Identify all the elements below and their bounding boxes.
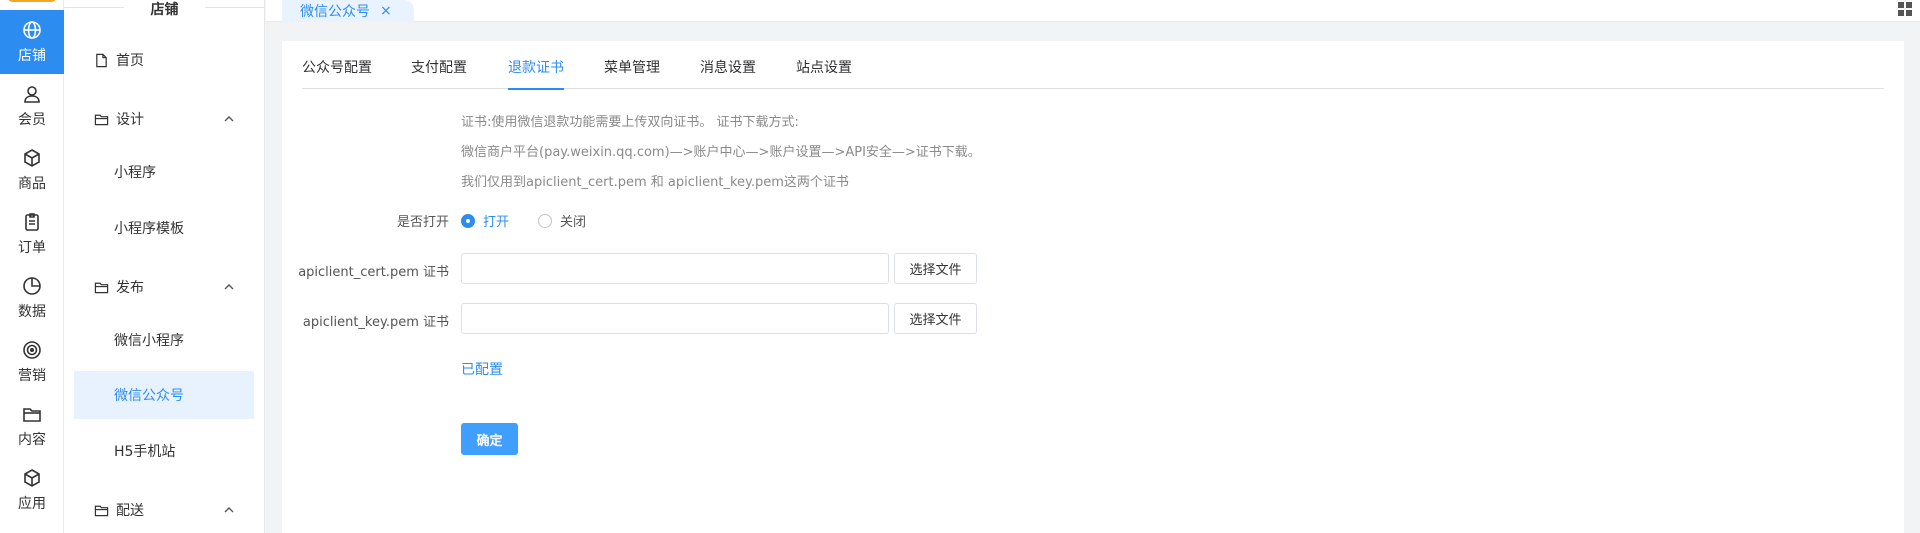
- rail-item-member[interactable]: 会员: [0, 74, 64, 138]
- key-file-input[interactable]: [461, 303, 889, 334]
- close-icon[interactable]: ×: [380, 3, 392, 19]
- tab-message-settings[interactable]: 消息设置: [700, 57, 756, 89]
- page-tab-bar: 微信公众号 ×: [266, 0, 1920, 22]
- sub-menu-title: 店铺: [64, 0, 265, 18]
- tab-payment-config[interactable]: 支付配置: [411, 57, 467, 89]
- certificate-tip-line-3: 我们仅用到apiclient_cert.pem 和 apiclient_key.…: [461, 175, 849, 190]
- rail-item-label: 会员: [18, 112, 46, 128]
- content-card: 公众号配置 支付配置 退款证书 菜单管理 消息设置 站点设置 证书:使用微信退款…: [282, 41, 1904, 533]
- chevron-up-icon: [224, 284, 234, 290]
- target-icon: [21, 339, 43, 361]
- folder-icon: [94, 502, 110, 518]
- rail-top-badge: [7, 0, 57, 2]
- radio-enable-open[interactable]: 打开: [461, 211, 509, 230]
- package-icon: [21, 467, 43, 489]
- sub-menu-item-wechat-miniprogram[interactable]: 微信小程序: [74, 316, 254, 364]
- content-tabs: 公众号配置 支付配置 退款证书 菜单管理 消息设置 站点设置: [302, 57, 1884, 90]
- sub-menu-item-label: 小程序模板: [114, 221, 184, 237]
- sub-menu-group-design[interactable]: 设计: [74, 95, 254, 143]
- radio-label: 关闭: [560, 215, 587, 230]
- sub-menu-item-label: 微信公众号: [114, 388, 184, 404]
- confirm-button[interactable]: 确定: [461, 423, 518, 455]
- rail-item-marketing[interactable]: 营销: [0, 330, 64, 394]
- file-icon: [94, 52, 110, 68]
- main-nav-rail: 店铺 会员 商品 订单 数据 营销 内容 应用: [0, 0, 64, 533]
- cert-file-input[interactable]: [461, 253, 889, 284]
- folder-icon: [94, 279, 110, 295]
- radio-label: 打开: [483, 215, 510, 230]
- sub-menu-item-label: H5手机站: [114, 444, 176, 460]
- rail-item-label: 数据: [18, 304, 46, 320]
- sub-menu-item-label: 小程序: [114, 165, 156, 181]
- rail-item-data[interactable]: 数据: [0, 266, 64, 330]
- choose-key-file-button[interactable]: 选择文件: [894, 303, 977, 334]
- sub-menu-item-h5-site[interactable]: H5手机站: [74, 427, 254, 475]
- pie-chart-icon: [21, 275, 43, 297]
- sub-menu-item-home[interactable]: 首页: [74, 36, 254, 84]
- sub-menu-group-publish[interactable]: 发布: [74, 263, 254, 311]
- certificate-tip-line-2: 微信商户平台(pay.weixin.qq.com)—>账户中心—>账户设置—>A…: [461, 145, 981, 160]
- radio-checked-icon: [461, 213, 475, 228]
- rail-item-goods[interactable]: 商品: [0, 138, 64, 202]
- sub-menu-item-wechat-official-account[interactable]: 微信公众号: [74, 371, 254, 419]
- page-tab-wechat-official-account[interactable]: 微信公众号 ×: [282, 0, 414, 22]
- rail-item-label: 订单: [18, 240, 46, 256]
- configured-status-text: 已配置: [461, 362, 503, 378]
- tab-site-settings[interactable]: 站点设置: [796, 57, 852, 89]
- grid-menu-icon[interactable]: [1898, 2, 1912, 16]
- rail-item-order[interactable]: 订单: [0, 202, 64, 266]
- folder-icon: [94, 111, 110, 127]
- sub-menu-group-delivery[interactable]: 配送: [74, 486, 254, 533]
- rail-item-label: 营销: [18, 368, 46, 384]
- globe-icon: [21, 19, 43, 41]
- choose-cert-file-button[interactable]: 选择文件: [894, 253, 977, 284]
- rail-item-content[interactable]: 内容: [0, 394, 64, 458]
- sub-menu-group-label: 发布: [116, 280, 144, 296]
- sub-menu: 店铺 首页 设计 小程序 小程序模板 发布 微信小程序 微信公众号 H5手机站: [64, 0, 265, 533]
- sub-menu-item-miniprogram[interactable]: 小程序: [74, 148, 254, 196]
- rail-item-apps[interactable]: 应用: [0, 458, 64, 522]
- rail-item-label: 应用: [18, 496, 46, 512]
- certificate-tip-line-1: 证书:使用微信退款功能需要上传双向证书。 证书下载方式:: [461, 115, 799, 130]
- sub-menu-item-label: 首页: [116, 53, 144, 69]
- sub-menu-group-label: 设计: [116, 112, 144, 128]
- radio-unchecked-icon: [538, 213, 552, 228]
- cube-icon: [21, 147, 43, 169]
- tab-account-config[interactable]: 公众号配置: [302, 57, 372, 89]
- radio-enable-close[interactable]: 关闭: [538, 211, 586, 230]
- sub-menu-item-miniprogram-template[interactable]: 小程序模板: [74, 204, 254, 252]
- chevron-up-icon: [224, 507, 234, 513]
- rail-item-label: 内容: [18, 432, 46, 448]
- sub-menu-item-label: 微信小程序: [114, 333, 184, 349]
- sub-menu-group-label: 配送: [116, 503, 144, 519]
- clipboard-icon: [21, 211, 43, 233]
- enable-field-label: 是否打开: [396, 215, 449, 230]
- tab-menu-management[interactable]: 菜单管理: [604, 57, 660, 89]
- rail-item-label: 店铺: [18, 48, 46, 64]
- tab-refund-certificate[interactable]: 退款证书: [508, 57, 564, 90]
- page-tab-label: 微信公众号: [300, 4, 370, 20]
- chevron-up-icon: [224, 116, 234, 122]
- rail-item-label: 商品: [18, 176, 46, 192]
- user-icon: [21, 83, 43, 105]
- key-field-label: apiclient_key.pem 证书: [302, 315, 449, 330]
- folder-icon: [21, 403, 43, 425]
- cert-field-label: apiclient_cert.pem 证书: [298, 265, 449, 280]
- rail-item-shop[interactable]: 店铺: [0, 10, 64, 74]
